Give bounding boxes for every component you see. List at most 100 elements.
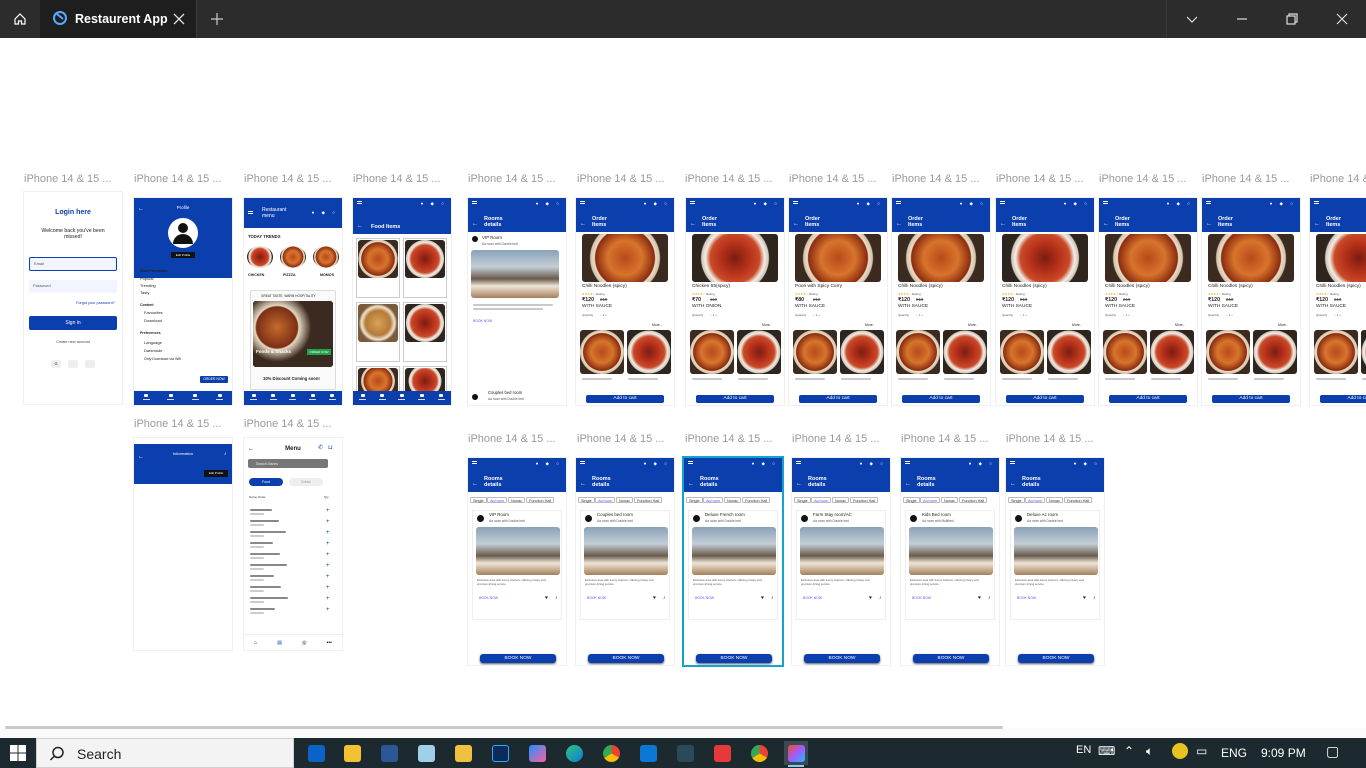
create-account-link[interactable]: Create new account	[24, 339, 122, 345]
frame-label[interactable]: iPhone 14 & 15 ...	[134, 418, 221, 430]
related-dish-image[interactable]	[1150, 330, 1194, 374]
related-dish-image[interactable]	[580, 330, 624, 374]
password-field[interactable]: Password	[29, 280, 117, 293]
frame-label[interactable]: iPhone 14 & 15 ...	[892, 173, 979, 185]
header-actions-icon[interactable]: ● ◆ ○	[312, 210, 338, 216]
chip-function-hall[interactable]: Function Hall	[526, 497, 555, 503]
room-image[interactable]	[476, 527, 560, 575]
tab-food[interactable]: Food	[249, 478, 283, 486]
related-dish-image[interactable]	[1000, 330, 1044, 374]
chip-nonac[interactable]: Nonac	[1046, 497, 1063, 503]
dish-image[interactable]	[1316, 234, 1366, 282]
chip-single[interactable]: Single	[794, 497, 811, 503]
book-now-link[interactable]: BOOK NOW	[912, 595, 931, 601]
back-arrow-icon[interactable]: ←	[896, 221, 902, 227]
frame-label[interactable]: iPhone 14 & 15 ...	[24, 173, 111, 185]
list-item[interactable]: +	[248, 541, 334, 551]
room-image[interactable]	[471, 250, 559, 298]
start-button[interactable]	[0, 738, 36, 768]
related-dish-image[interactable]	[896, 330, 940, 374]
quantity-stepper[interactable]: − 1 +	[813, 312, 820, 318]
trend-image[interactable]	[313, 246, 339, 268]
related-dish-image[interactable]	[1253, 330, 1297, 374]
header-actions-icon[interactable]: ● ◆ ○	[969, 461, 995, 467]
header-actions-icon[interactable]: ● ◆ ○	[857, 201, 883, 207]
edge-icon[interactable]	[562, 741, 586, 765]
heart-icon[interactable]: ♥	[869, 595, 872, 601]
frame-profile[interactable]: ← Profile Edit Profile Most Favourites P…	[134, 198, 232, 405]
add-item-icon[interactable]: +	[326, 596, 330, 602]
chrome-icon[interactable]	[599, 741, 623, 765]
back-arrow-icon[interactable]: ←	[1314, 221, 1320, 227]
quantity-stepper[interactable]: − 1 +	[1020, 312, 1027, 318]
chip-ac-room[interactable]: Ac/room	[703, 497, 724, 503]
bell-icon[interactable]: ♪	[988, 595, 991, 601]
frame-rooms-list[interactable]: ● ◆ ○ ← Rooms details Single Ac/room Non…	[576, 458, 674, 665]
hamburger-icon[interactable]	[472, 461, 477, 464]
network-icon[interactable]: ▭	[1196, 744, 1207, 758]
status-badge-icon[interactable]	[1172, 743, 1188, 759]
facebook-icon[interactable]	[68, 360, 78, 368]
hamburger-icon[interactable]	[896, 201, 901, 204]
room-image[interactable]	[1014, 527, 1098, 575]
add-item-icon[interactable]: +	[326, 552, 330, 558]
minimize-icon[interactable]	[1232, 9, 1252, 29]
related-dish-image[interactable]	[1047, 330, 1091, 374]
quantity-stepper[interactable]: − 1 +	[1123, 312, 1130, 318]
orders-icon[interactable]: ◎	[302, 640, 306, 646]
hamburger-icon[interactable]	[1206, 201, 1211, 204]
related-dish-image[interactable]	[793, 330, 837, 374]
chip-nonac[interactable]: Nonac	[941, 497, 958, 503]
chip-function-hall[interactable]: Function Hall	[634, 497, 663, 503]
hamburger-icon[interactable]	[1010, 461, 1015, 464]
chevron-down-icon[interactable]	[1182, 9, 1202, 29]
frame-order-items[interactable]: ● ◆ ○ ← Order Items Chicken 65(spicy) ★★…	[686, 198, 784, 405]
list-item[interactable]: +	[248, 585, 334, 595]
back-arrow-icon[interactable]: ←	[580, 481, 586, 487]
frame-order-items[interactable]: ● ◆ ○ ← Order Items Chilli Noodles (spic…	[892, 198, 990, 405]
frame-label[interactable]: iPhone 14 & 15 ...	[244, 418, 331, 430]
frame-label[interactable]: iPhone 14 & 15 ...	[901, 433, 988, 445]
heart-icon[interactable]: ♥	[545, 595, 548, 601]
edit-profile-button[interactable]: Edit Profile	[171, 252, 195, 258]
back-arrow-icon[interactable]: ←	[472, 221, 478, 227]
chip-function-hall[interactable]: Function Hall	[850, 497, 879, 503]
header-actions-icon[interactable]: ● ◆ ○	[754, 201, 780, 207]
book-now-link[interactable]: BOOK NOW	[803, 595, 822, 601]
room-image[interactable]	[692, 527, 776, 575]
frame-rooms-list[interactable]: ● ◆ ○ ← Rooms details Single Ac/room Non…	[792, 458, 890, 665]
tab-restaurent-app[interactable]: Restaurent App	[40, 0, 197, 38]
more-link[interactable]: More..	[968, 322, 978, 328]
book-now-button[interactable]: BOOK NOW	[913, 654, 989, 663]
back-arrow-icon[interactable]: ←	[472, 481, 478, 487]
frame-order-items[interactable]: ● ◆ ○ ← Order Items Chilli Noodles (spic…	[1202, 198, 1300, 405]
header-actions-icon[interactable]: ● ◆ ○	[1064, 201, 1090, 207]
add-to-cart-button[interactable]: Add to cart	[1320, 395, 1366, 403]
related-dish-image[interactable]	[840, 330, 884, 374]
add-to-cart-button[interactable]: Add to cart	[696, 395, 774, 403]
chip-single[interactable]: Single	[1008, 497, 1025, 503]
dish-image[interactable]	[1208, 234, 1294, 282]
chip-nonac[interactable]: Nonac	[508, 497, 525, 503]
photoshop-icon[interactable]	[488, 741, 512, 765]
header-actions-icon[interactable]: ● ◆ ○	[421, 201, 447, 207]
header-actions-icon[interactable]: ● ◆ ○	[1074, 461, 1100, 467]
food-card[interactable]	[356, 238, 400, 298]
dish-image[interactable]	[1105, 234, 1191, 282]
more-link[interactable]: More..	[1278, 322, 1288, 328]
apple-icon[interactable]	[85, 360, 95, 368]
room-image[interactable]	[800, 527, 884, 575]
more-link[interactable]: More..	[865, 322, 875, 328]
back-arrow-icon[interactable]: ←	[1010, 481, 1016, 487]
frame-label[interactable]: iPhone 14 & 15 ...	[996, 173, 1083, 185]
restore-icon[interactable]	[1282, 9, 1302, 29]
back-arrow-icon[interactable]: ←	[688, 481, 694, 487]
chevron-up-icon[interactable]: ⌃	[1124, 744, 1134, 758]
input-language[interactable]: ENG	[1221, 746, 1247, 760]
add-to-cart-button[interactable]: Add to cart	[902, 395, 980, 403]
frame-label[interactable]: iPhone 14 & 15 ...	[134, 173, 221, 185]
chip-single[interactable]: Single	[686, 497, 703, 503]
chip-single[interactable]: Single	[578, 497, 595, 503]
list-item[interactable]: +	[248, 519, 334, 529]
quantity-stepper[interactable]: − 1 +	[1334, 312, 1341, 318]
